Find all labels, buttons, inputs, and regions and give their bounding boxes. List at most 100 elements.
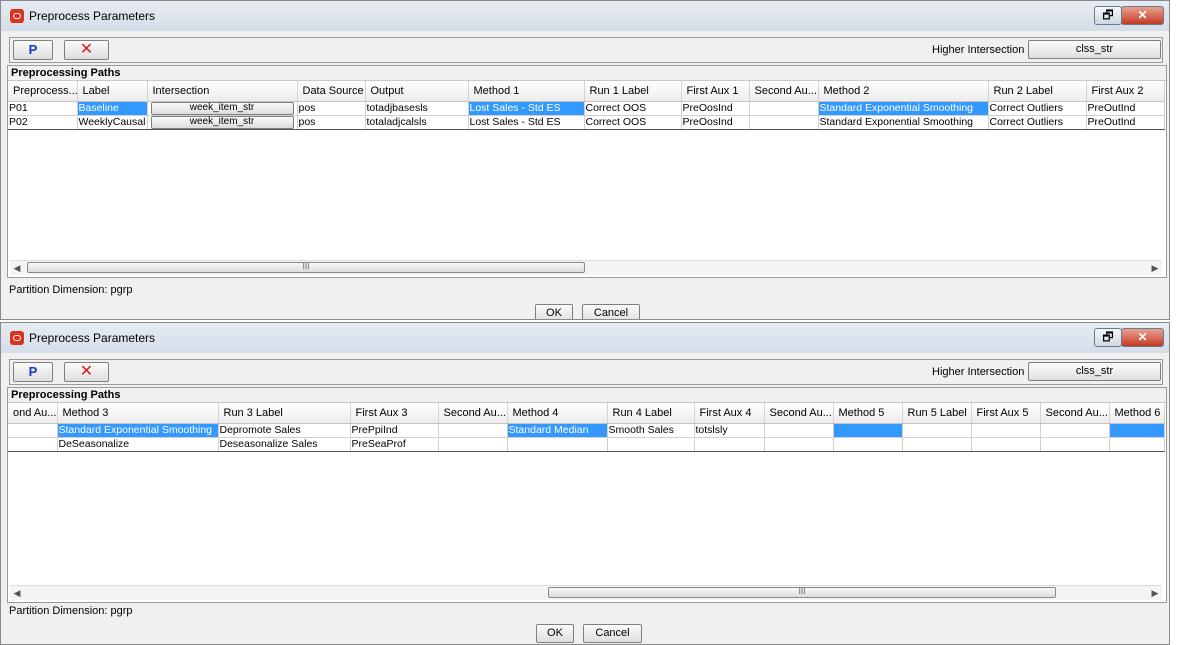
table-cell[interactable] (1040, 423, 1110, 438)
table-cell[interactable]: Standard Median (507, 423, 608, 438)
restore-button[interactable]: 🗗 (1094, 328, 1122, 347)
column-header[interactable]: Method 6 (1109, 403, 1165, 424)
table-cell[interactable]: PreOutInd (1086, 115, 1165, 130)
ok-button[interactable]: OK (535, 304, 573, 319)
column-header[interactable]: Run 1 Label (584, 81, 682, 102)
intersection-button[interactable]: week_item_str (150, 116, 294, 129)
column-header[interactable]: Method 3 (57, 403, 219, 424)
scroll-thumb[interactable]: III (548, 587, 1056, 598)
table-cell[interactable] (8, 437, 58, 452)
table-row[interactable]: P01 Baseline week_item_str pos totadjbas… (8, 101, 1165, 116)
table-cell[interactable] (748, 101, 819, 116)
table-row[interactable]: Standard Exponential Smoothing Depromote… (8, 423, 1165, 438)
table-cell[interactable] (1109, 437, 1165, 452)
table-cell[interactable]: DeSeasonalize (57, 437, 219, 452)
column-header[interactable]: Data Source (297, 81, 366, 102)
column-header[interactable]: Intersection (147, 81, 298, 102)
table-row[interactable]: DeSeasonalize Deseasonalize Sales PreSea… (8, 437, 1165, 452)
table-cell[interactable] (8, 423, 58, 438)
table-cell[interactable]: Standard Exponential Smoothing (818, 101, 989, 116)
table-cell[interactable]: Lost Sales - Std ES (468, 115, 585, 130)
intersection-button[interactable]: week_item_str (150, 102, 294, 115)
scroll-right-arrow-icon[interactable]: ▶ (1148, 587, 1162, 599)
table-cell[interactable]: totaladjcalsls (365, 115, 469, 130)
table-cell[interactable]: Lost Sales - Std ES (468, 101, 585, 116)
table-cell[interactable]: Standard Exponential Smoothing (57, 423, 219, 438)
intersection-cell[interactable]: week_item_str (147, 115, 298, 130)
table-cell[interactable] (902, 437, 972, 452)
horizontal-scrollbar[interactable]: ◀ III ▶ (10, 585, 1162, 600)
column-header[interactable]: Run 3 Label (218, 403, 351, 424)
table-cell[interactable] (833, 437, 903, 452)
table-cell[interactable] (764, 423, 834, 438)
intersection-cell[interactable]: week_item_str (147, 101, 298, 116)
horizontal-scrollbar[interactable]: ◀ III ▶ (10, 260, 1162, 275)
ok-button[interactable]: OK (536, 624, 574, 643)
table-cell[interactable]: PreSeaProf (350, 437, 439, 452)
column-header[interactable]: Method 2 (818, 81, 989, 102)
higher-intersection-field[interactable]: clss_str (1028, 362, 1161, 381)
p-button[interactable]: P (13, 362, 53, 382)
table-cell[interactable]: pos (297, 101, 366, 116)
column-header[interactable]: First Aux 1 (681, 81, 750, 102)
table-row[interactable]: P02 WeeklyCausal week_item_str pos total… (8, 115, 1165, 130)
table-cell[interactable]: PreOutInd (1086, 101, 1165, 116)
table-cell[interactable]: PrePpiInd (350, 423, 439, 438)
scroll-thumb[interactable]: III (27, 262, 585, 273)
table-cell[interactable] (1109, 423, 1165, 438)
table-cell[interactable]: Correct OOS (584, 115, 682, 130)
column-header[interactable]: Second Au... (1040, 403, 1110, 424)
table-cell[interactable] (902, 423, 972, 438)
column-header[interactable]: Output (365, 81, 469, 102)
table-cell[interactable]: Correct Outliers (988, 115, 1087, 130)
column-header[interactable]: Label (77, 81, 148, 102)
table-cell[interactable] (971, 437, 1041, 452)
table-cell[interactable] (438, 437, 508, 452)
table-cell[interactable] (507, 437, 608, 452)
table-cell[interactable] (833, 423, 903, 438)
title-bar[interactable]: Preprocess Parameters 🗗 ✕ (1, 1, 1169, 31)
table-cell[interactable]: P01 (8, 101, 78, 116)
table-cell[interactable] (971, 423, 1041, 438)
table-cell[interactable]: PreOosInd (681, 101, 750, 116)
column-header[interactable]: Method 1 (468, 81, 585, 102)
cancel-button[interactable]: Cancel (582, 304, 640, 319)
delete-button[interactable]: ✕ (64, 40, 109, 60)
table-cell[interactable] (607, 437, 695, 452)
column-header[interactable]: Second Au... (749, 81, 819, 102)
column-header[interactable]: Method 4 (507, 403, 608, 424)
table-cell[interactable] (764, 437, 834, 452)
table-cell[interactable]: Standard Exponential Smoothing (818, 115, 989, 130)
title-bar[interactable]: Preprocess Parameters 🗗 ✕ (1, 323, 1169, 353)
table-cell[interactable]: pos (297, 115, 366, 130)
column-header[interactable]: Method 5 (833, 403, 903, 424)
scroll-left-arrow-icon[interactable]: ◀ (10, 587, 24, 599)
scroll-left-arrow-icon[interactable]: ◀ (10, 262, 24, 274)
table-cell[interactable]: totslsly (694, 423, 765, 438)
delete-button[interactable]: ✕ (64, 362, 109, 382)
table-cell[interactable] (749, 115, 819, 130)
table-cell[interactable]: Correct OOS (584, 101, 682, 116)
close-button[interactable]: ✕ (1121, 6, 1164, 25)
table-cell[interactable]: Deseasonalize Sales (218, 437, 351, 452)
column-header[interactable]: Run 2 Label (988, 81, 1087, 102)
table-cell[interactable]: P02 (8, 115, 78, 130)
column-header[interactable]: First Aux 3 (350, 403, 439, 424)
table-cell[interactable] (1040, 437, 1110, 452)
column-header[interactable]: Second Au... (438, 403, 508, 424)
table-cell[interactable]: totadjbasesls (365, 101, 469, 116)
table-cell[interactable] (438, 423, 508, 438)
table-cell[interactable]: Baseline (77, 101, 148, 116)
column-header[interactable]: Second Au... (764, 403, 834, 424)
column-header[interactable]: Run 4 Label (607, 403, 695, 424)
table-cell[interactable] (694, 437, 765, 452)
column-header[interactable]: Preprocess... (8, 81, 78, 102)
column-header[interactable]: First Aux 4 (694, 403, 765, 424)
table-cell[interactable]: Depromote Sales (218, 423, 351, 438)
cancel-button[interactable]: Cancel (583, 624, 642, 643)
column-header[interactable]: ond Au... (8, 403, 58, 424)
restore-button[interactable]: 🗗 (1094, 6, 1122, 25)
table-cell[interactable]: PreOosInd (681, 115, 750, 130)
table-cell[interactable]: Correct Outliers (988, 101, 1087, 116)
scroll-right-arrow-icon[interactable]: ▶ (1148, 262, 1162, 274)
